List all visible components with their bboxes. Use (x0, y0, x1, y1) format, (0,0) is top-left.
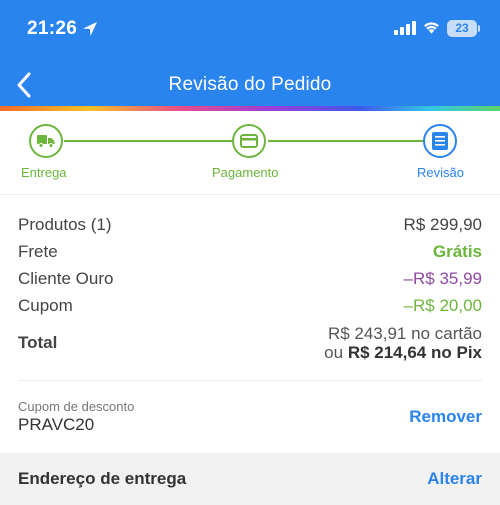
list-icon (432, 132, 448, 150)
step-connector (64, 140, 232, 142)
shipping-value: Grátis (432, 242, 482, 261)
battery-level: 23 (455, 21, 469, 35)
coupon-value: –R$ 20,00 (403, 296, 482, 315)
cellular-signal-icon (394, 21, 416, 35)
header-bar: 21:26 23 Revisão do Pedido (0, 0, 500, 106)
products-value: R$ 299,90 (403, 215, 482, 234)
step-entrega[interactable] (29, 124, 63, 158)
total-pix-price: R$ 214,64 no Pix (347, 343, 482, 362)
coupon-caption: Cupom de desconto (18, 399, 135, 414)
gold-customer-label: Cliente Ouro (18, 269, 114, 288)
divider (18, 380, 482, 381)
truck-icon (37, 135, 55, 148)
step-label-pagamento: Pagamento (212, 165, 279, 180)
total-label: Total (18, 333, 58, 352)
total-card-price: R$ 243,91 no cartão (327, 324, 482, 343)
battery-indicator: 23 (447, 20, 481, 37)
address-title: Endereço de entrega (18, 469, 187, 488)
products-label: Produtos (1) (18, 215, 112, 234)
total-pix-line: ou R$ 214,64 no Pix (324, 343, 482, 363)
coupon-code: PRAVC20 (18, 415, 95, 434)
page-title: Revisão do Pedido (168, 74, 332, 95)
wifi-icon (424, 22, 439, 34)
step-label-revisao: Revisão (417, 165, 464, 180)
step-label-entrega: Entrega (21, 165, 67, 180)
step-connector (268, 140, 424, 142)
shipping-label: Frete (18, 242, 58, 261)
address-section-header: Endereço de entrega Alterar (0, 453, 500, 505)
total-pix-prefix: ou (324, 343, 344, 362)
status-time: 21:26 (27, 18, 78, 39)
step-revisao[interactable] (423, 124, 457, 158)
change-address-button[interactable]: Alterar (427, 469, 482, 489)
gold-customer-value: –R$ 35,99 (403, 269, 482, 288)
location-arrow-icon (83, 22, 97, 36)
credit-card-icon (240, 134, 258, 148)
remove-coupon-button[interactable]: Remover (409, 407, 482, 427)
checkout-stepper: Entrega Pagamento Revisão (0, 111, 500, 195)
coupon-label: Cupom (18, 296, 73, 315)
step-pagamento[interactable] (232, 124, 266, 158)
